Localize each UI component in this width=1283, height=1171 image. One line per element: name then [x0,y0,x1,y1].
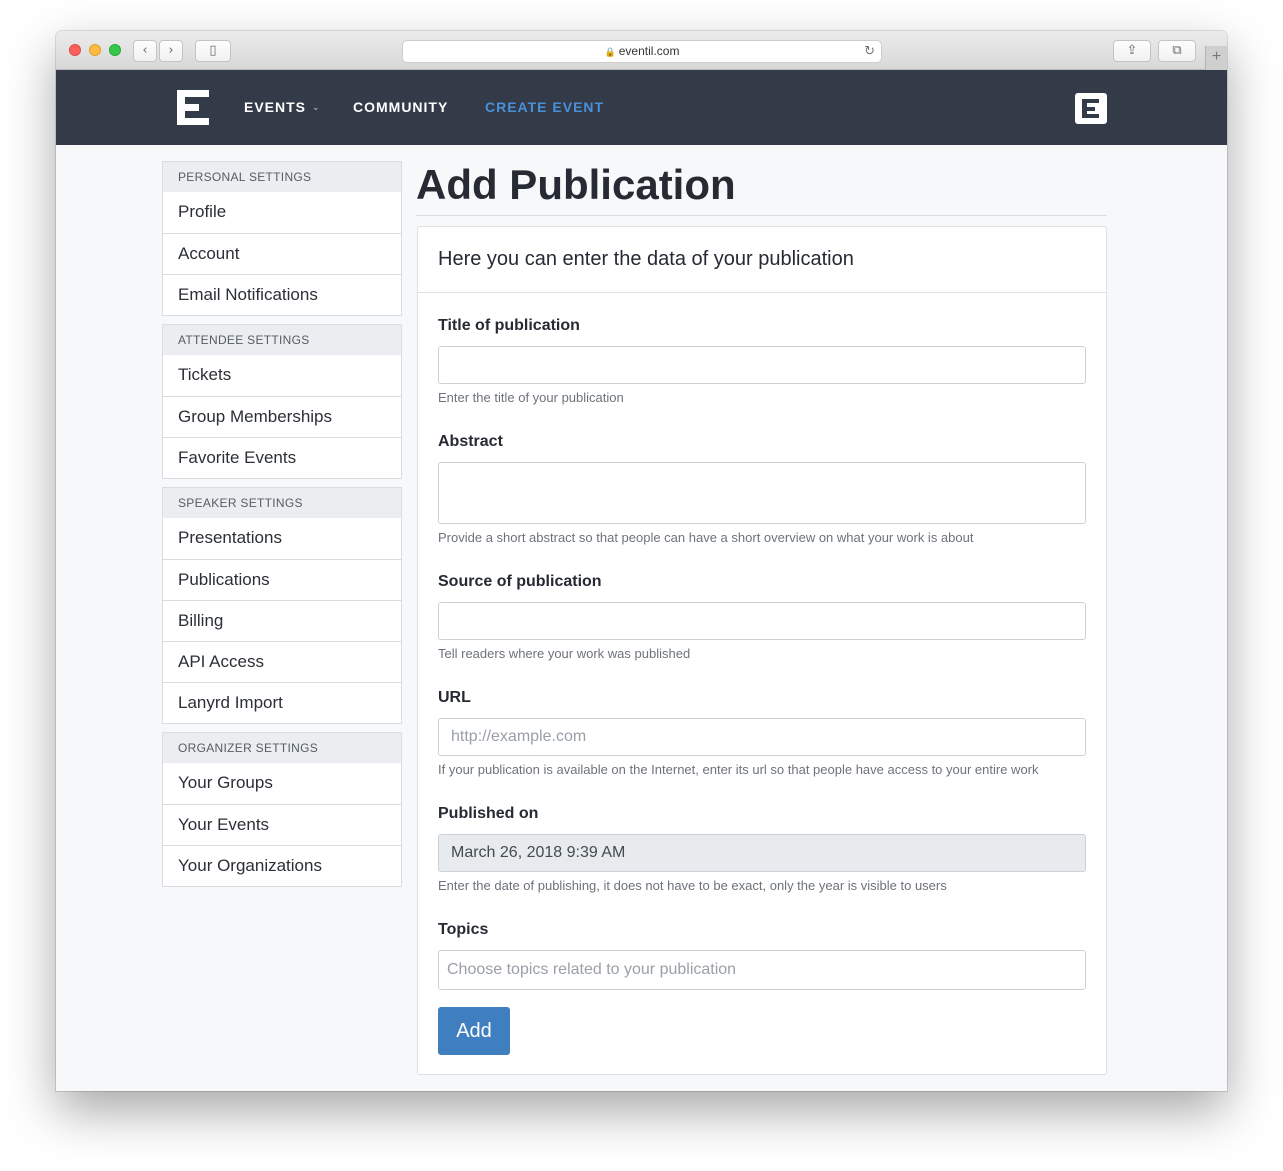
abstract-label: Abstract [438,433,503,450]
eventil-logo-icon[interactable] [177,90,209,125]
sidebar-item-favorite-events[interactable]: Favorite Events [163,437,401,478]
sidebar-section-attendee: ATTENDEE SETTINGS Tickets Group Membersh… [162,324,402,479]
sidebar-item-lanyrd-import[interactable]: Lanyrd Import [163,682,401,723]
nav-community[interactable]: COMMUNITY [353,99,448,115]
sidebar-section-personal: PERSONAL SETTINGS Profile Account Email … [162,161,402,316]
url-text: eventil.com [618,44,680,58]
source-help: Tell readers where your work was publish… [438,646,691,661]
published-date-field[interactable]: March 26, 2018 9:39 AM [438,834,1086,872]
sidebar-item-your-groups[interactable]: Your Groups [163,763,401,804]
sidebar-item-your-events[interactable]: Your Events [163,804,401,845]
section-header: PERSONAL SETTINGS [163,162,401,192]
nav-create-event[interactable]: CREATE EVENT [485,99,604,115]
sidebar-item-your-organizations[interactable]: Your Organizations [163,845,401,886]
card-header: Here you can enter the data of your publ… [418,227,1106,293]
reload-icon[interactable]: ↻ [864,41,875,62]
new-tab-icon[interactable]: + [1205,46,1227,70]
avatar[interactable] [1075,93,1107,124]
sidebar-item-account[interactable]: Account [163,233,401,274]
title-input[interactable] [438,346,1086,384]
address-bar[interactable]: 🔒 eventil.com ↻ [402,40,882,63]
published-label: Published on [438,805,539,822]
sidebar-item-profile[interactable]: Profile [163,192,401,233]
nav-events-label: EVENTS [244,99,307,115]
url-help: If your publication is available on the … [438,762,1039,777]
abstract-textarea[interactable] [438,462,1086,524]
title-help: Enter the title of your publication [438,390,624,405]
site-navbar: EVENTS ⌄ COMMUNITY CREATE EVENT [56,70,1227,145]
lock-icon: 🔒 [604,47,616,57]
section-header: ATTENDEE SETTINGS [163,325,401,355]
sidebar-item-presentations[interactable]: Presentations [163,518,401,559]
sidebar-section-organizer: ORGANIZER SETTINGS Your Groups Your Even… [162,732,402,887]
nav-events[interactable]: EVENTS ⌄ [244,99,321,115]
section-header: ORGANIZER SETTINGS [163,733,401,763]
url-input[interactable]: http://example.com [438,718,1086,756]
user-avatar-icon [1082,99,1099,118]
forward-icon[interactable]: › [159,40,183,62]
section-header: SPEAKER SETTINGS [163,488,401,518]
add-button[interactable]: Add [438,1007,510,1055]
close-window-button[interactable] [69,44,81,56]
url-label: URL [438,689,471,706]
back-icon[interactable]: ‹ [133,40,157,62]
topics-label: Topics [438,921,489,938]
publication-form-card: Here you can enter the data of your publ… [417,226,1107,1075]
page-title: Add Publication [416,160,1107,216]
minimize-window-button[interactable] [89,44,101,56]
published-help: Enter the date of publishing, it does no… [438,878,947,893]
tabs-overview-icon[interactable]: ⧉ [1158,40,1196,62]
sidebar-item-publications[interactable]: Publications [163,559,401,600]
sidebar-item-billing[interactable]: Billing [163,600,401,641]
sidebar-item-api-access[interactable]: API Access [163,641,401,682]
sidebar-item-tickets[interactable]: Tickets [163,355,401,396]
browser-titlebar: ‹ › ▯ 🔒 eventil.com ↻ ⇪ ⧉ + [56,31,1227,70]
source-label: Source of publication [438,573,602,590]
sidebar-section-speaker: SPEAKER SETTINGS Presentations Publicati… [162,487,402,724]
sidebar-item-group-memberships[interactable]: Group Memberships [163,396,401,437]
abstract-help: Provide a short abstract so that people … [438,530,974,545]
sidebar-toggle-icon[interactable]: ▯ [195,40,231,62]
zoom-window-button[interactable] [109,44,121,56]
sidebar-item-email-notifications[interactable]: Email Notifications [163,274,401,315]
share-icon[interactable]: ⇪ [1113,40,1151,62]
browser-window: ‹ › ▯ 🔒 eventil.com ↻ ⇪ ⧉ + EVENTS ⌄ COMMU… [56,31,1227,1091]
settings-sidebar: PERSONAL SETTINGS Profile Account Email … [162,161,402,895]
chevron-down-icon: ⌄ [312,103,321,113]
source-input[interactable] [438,602,1086,640]
title-label: Title of publication [438,317,580,334]
topics-select[interactable]: Choose topics related to your publicatio… [438,950,1086,990]
